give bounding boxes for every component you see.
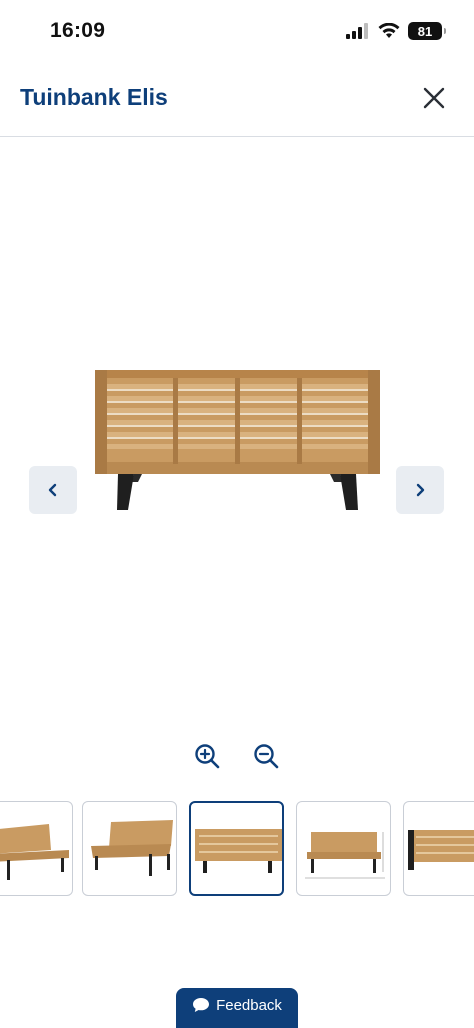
feedback-label: Feedback [216,997,282,1014]
thumbnail-1[interactable] [0,801,73,896]
thumbnail-4[interactable] [296,801,391,896]
chevron-right-icon [416,483,425,497]
wifi-icon [378,23,400,38]
feedback-button[interactable]: Feedback [176,988,298,1028]
next-image-button[interactable] [396,466,444,514]
status-icons: 81 [346,22,446,40]
zoom-out-icon [254,744,279,769]
signal-icon [346,23,368,39]
chevron-left-icon [48,483,57,497]
page-title: Tuinbank Elis [20,84,168,110]
thumbnail-2[interactable] [82,801,177,896]
status-bar: 16:09 81 [0,0,474,64]
zoom-in-button[interactable] [194,743,220,769]
close-button[interactable] [420,84,448,112]
product-image [90,364,385,516]
zoom-controls [194,743,279,769]
battery-icon: 81 [408,22,446,40]
chat-bubble-icon [193,998,210,1012]
status-time: 16:09 [50,19,106,42]
zoom-out-button[interactable] [253,743,279,769]
previous-image-button[interactable] [29,466,77,514]
close-icon [423,87,445,109]
modal-header: Tuinbank Elis [0,64,474,137]
zoom-in-icon [195,744,220,769]
thumbnail-strip[interactable] [0,801,474,899]
thumbnail-3-selected[interactable] [189,801,284,896]
thumbnail-5[interactable] [403,801,474,896]
